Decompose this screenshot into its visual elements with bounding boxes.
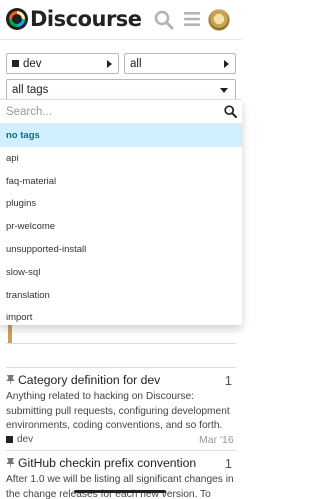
scroll-indicator bbox=[74, 490, 166, 493]
divider bbox=[6, 343, 236, 344]
tag-option-pr-welcome[interactable]: pr-welcome bbox=[0, 215, 242, 238]
pin-icon bbox=[6, 375, 15, 386]
tag-search-bar bbox=[0, 100, 242, 124]
reply-count[interactable]: 1 bbox=[225, 456, 232, 471]
user-avatar[interactable] bbox=[208, 9, 230, 31]
tag-search-input[interactable] bbox=[6, 105, 216, 118]
site-header: Discourse bbox=[0, 0, 242, 40]
tags-dropdown[interactable]: all tags bbox=[6, 79, 236, 100]
pin-icon bbox=[6, 458, 15, 469]
divider bbox=[6, 450, 236, 451]
tag-option-slow-sql[interactable]: slow-sql bbox=[0, 261, 242, 284]
period-dropdown[interactable]: all bbox=[124, 53, 236, 74]
topic-excerpt: Anything related to hacking on Discourse… bbox=[6, 391, 230, 431]
topic-excerpt: After 1.0 we will be listing all signifi… bbox=[6, 474, 234, 499]
topic-title[interactable]: GitHub checkin prefix convention bbox=[6, 456, 238, 470]
tag-option-faq-material[interactable]: faq-material bbox=[0, 170, 242, 193]
caret-right-icon bbox=[224, 60, 229, 68]
category-dropdown-label: dev bbox=[23, 57, 42, 70]
reply-count[interactable]: 1 bbox=[225, 373, 232, 388]
tag-option-plugins[interactable]: plugins bbox=[0, 193, 242, 216]
tag-list: no tags api faq-material plugins pr-welc… bbox=[0, 124, 242, 329]
tag-option-no-tags[interactable]: no tags bbox=[0, 124, 242, 147]
search-icon[interactable] bbox=[154, 10, 174, 30]
category-dropdown[interactable]: dev bbox=[6, 53, 119, 74]
topic-category-label: dev bbox=[17, 434, 34, 445]
tag-option-import[interactable]: import bbox=[0, 307, 242, 330]
search-icon[interactable] bbox=[224, 105, 237, 118]
discourse-logo-icon bbox=[6, 8, 28, 30]
tag-dropdown-menu: no tags api faq-material plugins pr-welc… bbox=[0, 99, 242, 325]
topic-category-badge[interactable]: dev bbox=[6, 434, 33, 445]
tags-dropdown-label: all tags bbox=[12, 83, 49, 96]
caret-down-icon bbox=[220, 88, 228, 93]
divider bbox=[6, 367, 236, 368]
hamburger-menu-icon[interactable] bbox=[183, 10, 201, 28]
category-color-square bbox=[6, 436, 13, 443]
site-logo[interactable]: Discourse bbox=[6, 7, 142, 31]
category-color-square bbox=[12, 60, 19, 67]
topic-title[interactable]: Category definition for dev bbox=[6, 373, 238, 387]
topic-title-text: Category definition for dev bbox=[18, 373, 161, 387]
period-dropdown-label: all bbox=[130, 57, 142, 70]
caret-right-icon bbox=[107, 60, 112, 68]
tag-option-api[interactable]: api bbox=[0, 147, 242, 170]
tag-option-translation[interactable]: translation bbox=[0, 284, 242, 307]
logo-text: Discourse bbox=[30, 7, 142, 31]
topic-date: Mar '16 bbox=[199, 434, 234, 446]
topic-title-text: GitHub checkin prefix convention bbox=[18, 456, 197, 470]
tag-option-unsupported-install[interactable]: unsupported-install bbox=[0, 238, 242, 261]
topic-row[interactable]: Category definition for dev 1 Anything r… bbox=[6, 373, 238, 434]
